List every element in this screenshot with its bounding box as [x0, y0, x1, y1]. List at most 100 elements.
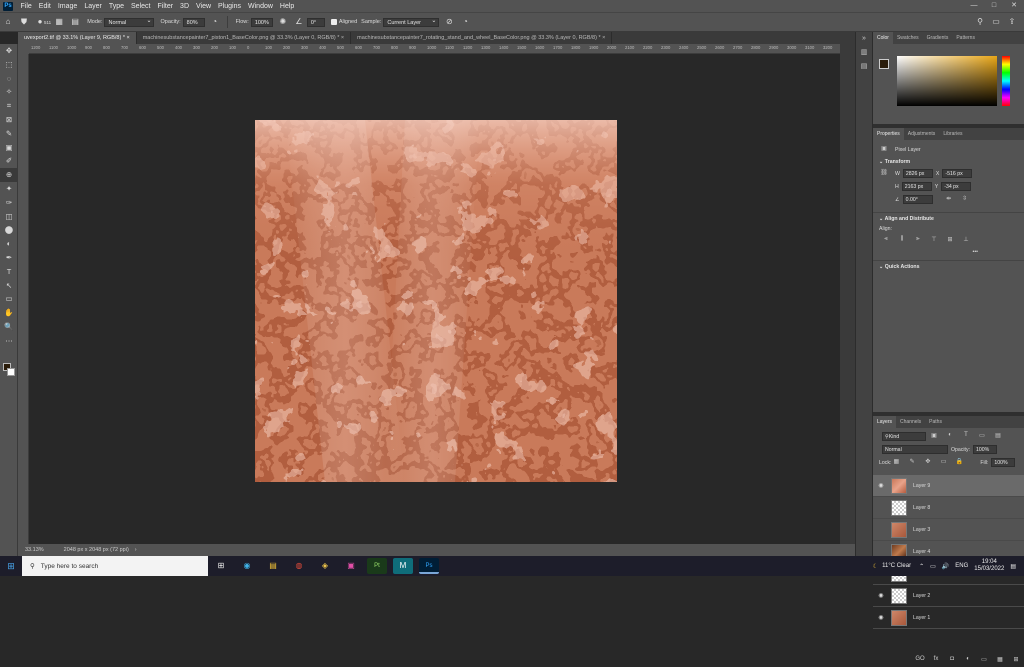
pressure-size-icon[interactable]: ◔ — [460, 17, 470, 27]
visibility-eye-icon[interactable]: ◉ — [873, 592, 889, 599]
mask-icon[interactable]: ◘ — [947, 656, 957, 665]
volume-icon[interactable]: 🔊 — [942, 563, 949, 570]
color-picker-field[interactable] — [897, 56, 997, 106]
align-bottom-icon[interactable]: ⊥ — [961, 236, 971, 245]
align-top-icon[interactable]: ⊤ — [929, 236, 939, 245]
collapse-icon[interactable]: » — [856, 32, 872, 46]
history-icon[interactable]: ▥ — [856, 46, 872, 60]
frame-tool-icon[interactable]: ⊠ — [0, 113, 18, 127]
group-icon[interactable]: ▭ — [979, 656, 989, 665]
blur-tool-icon[interactable]: ⬤ — [0, 223, 18, 237]
menu-filter[interactable]: Filter — [154, 3, 177, 10]
visibility-eye-icon[interactable]: ◉ — [873, 614, 889, 621]
task-view-icon[interactable]: ⊞ — [211, 558, 231, 574]
layer-row[interactable]: ◉ Layer 9 — [873, 475, 1024, 497]
zoom-level[interactable]: 33.13% — [25, 547, 44, 553]
angle-input[interactable]: 0.00° — [902, 195, 933, 204]
maximize-button[interactable]: □ — [984, 0, 1004, 12]
lock-position-icon[interactable]: ✥ — [923, 458, 933, 467]
painter-icon[interactable]: Pt — [367, 558, 387, 574]
history-brush-tool-icon[interactable]: ✦ — [0, 182, 18, 196]
angle-input[interactable]: 0° — [306, 17, 325, 27]
app-icon[interactable]: ◈ — [315, 558, 335, 574]
taskbar-search[interactable]: ⚲ Type here to search — [22, 556, 208, 576]
lock-pixels-icon[interactable]: ✎ — [907, 458, 917, 467]
lock-transparency-icon[interactable]: ▦ — [891, 458, 901, 467]
flow-input[interactable]: 100% — [250, 17, 273, 27]
tab-gradients[interactable]: Gradients — [923, 32, 953, 44]
workspace-icon[interactable]: ▭ — [991, 17, 1001, 27]
eyedropper-tool-icon[interactable]: ✎ — [0, 127, 18, 141]
pressure-opacity-icon[interactable]: ◔ — [210, 17, 220, 27]
layer-row[interactable]: Layer 8 — [873, 497, 1024, 519]
share-icon[interactable]: ⇪ — [1007, 17, 1017, 27]
link-icon[interactable]: ⛓ — [879, 169, 889, 178]
tab-uvexport2[interactable]: uvexport2.tif @ 33.1% (Layer 9, RGB/8) *… — [18, 32, 137, 44]
gradient-tool-icon[interactable]: ◫ — [0, 210, 18, 224]
tab-patterns[interactable]: Patterns — [952, 32, 979, 44]
layer-row[interactable]: ◉ Layer 1 — [873, 607, 1024, 629]
path-select-tool-icon[interactable]: ↖ — [0, 279, 18, 293]
clock[interactable]: 19:04 15/03/2022 — [974, 559, 1004, 573]
align-center-icon[interactable]: ⫼ — [897, 236, 907, 245]
filter-adjustment-icon[interactable]: ◐ — [945, 432, 955, 441]
menu-select[interactable]: Select — [128, 3, 154, 10]
hue-slider[interactable] — [1002, 56, 1010, 106]
menu-file[interactable]: File — [17, 3, 35, 10]
status-arrow-icon[interactable]: › — [135, 547, 137, 553]
filter-pixel-icon[interactable]: ▣ — [929, 432, 939, 441]
hand-tool-icon[interactable]: ✋ — [0, 306, 18, 320]
windows-start-icon[interactable]: ⊞ — [0, 561, 22, 572]
move-tool-icon[interactable]: ✥ — [0, 44, 18, 58]
x-input[interactable]: -516 px — [942, 169, 973, 178]
menu-plugins[interactable]: Plugins — [215, 3, 245, 10]
background-color[interactable] — [7, 368, 15, 376]
menu-3d[interactable]: 3D — [177, 3, 193, 10]
type-tool-icon[interactable]: T — [0, 265, 18, 279]
y-input[interactable]: -34 px — [941, 182, 972, 191]
aligned-checkbox[interactable] — [330, 19, 337, 25]
sample-select[interactable]: Current Layer — [383, 17, 440, 27]
search-icon[interactable]: ⚲ — [975, 17, 985, 27]
align-middle-icon[interactable]: ⊞ — [945, 236, 955, 245]
menu-layer[interactable]: Layer — [81, 3, 106, 10]
ignore-adjustments-icon[interactable]: ⊘ — [444, 17, 454, 27]
adjustment-layer-icon[interactable]: ◐ — [963, 656, 973, 665]
align-right-icon[interactable]: ⫸ — [913, 236, 923, 245]
filter-type-icon[interactable]: T — [961, 432, 971, 441]
tab-piston1[interactable]: machinesubstancepainter7_piston1_BaseCol… — [137, 32, 352, 44]
align-left-icon[interactable]: ⫷ — [881, 236, 891, 245]
opacity-input[interactable]: 80% — [182, 17, 205, 27]
height-input[interactable]: 2163 px — [901, 182, 932, 191]
more-options-icon[interactable]: ••• — [973, 249, 978, 255]
tab-rotating-stand[interactable]: machinesubstancepainter7_rotating_stand_… — [351, 32, 613, 44]
fx-icon[interactable]: fx — [931, 656, 941, 665]
crop-tool-icon[interactable]: ⌗ — [0, 99, 18, 113]
copper-texture-document[interactable] — [255, 120, 617, 482]
edge-icon[interactable]: ◉ — [237, 558, 257, 574]
lasso-tool-icon[interactable]: ◌ — [0, 72, 18, 86]
tab-color[interactable]: Color — [873, 32, 893, 44]
filter-shape-icon[interactable]: ▭ — [977, 432, 987, 441]
tab-adjustments[interactable]: Adjustments — [904, 128, 940, 140]
layer-opacity-input[interactable]: 100% — [973, 445, 998, 454]
weather-text[interactable]: 11°C Clear — [882, 563, 911, 569]
dodge-tool-icon[interactable]: ◐ — [0, 237, 18, 251]
menu-type[interactable]: Type — [105, 3, 127, 10]
menu-edit[interactable]: Edit — [35, 3, 54, 10]
width-input[interactable]: 2826 px — [902, 169, 933, 178]
layer-row[interactable]: Layer 3 — [873, 519, 1024, 541]
pen-tool-icon[interactable]: ✒ — [0, 251, 18, 265]
tab-channels[interactable]: Channels — [896, 416, 925, 428]
photoshop-taskbar-icon[interactable]: Ps — [419, 558, 439, 574]
notifications-icon[interactable]: ▤ — [1010, 563, 1016, 570]
artboard-icon[interactable]: ▦ — [995, 656, 1005, 665]
fill-input[interactable]: 100% — [991, 458, 1015, 467]
vertical-scrollbar[interactable] — [840, 44, 855, 544]
mode-select[interactable]: Normal — [104, 17, 155, 27]
clone-stamp-tool-icon[interactable]: ⊕ — [0, 168, 18, 182]
file-explorer-icon[interactable]: ▤ — [263, 558, 283, 574]
filter-kind-select[interactable]: ⚲Kind — [882, 432, 926, 441]
eraser-tool-icon[interactable]: ✑ — [0, 196, 18, 210]
tab-layers[interactable]: Layers — [873, 416, 897, 428]
